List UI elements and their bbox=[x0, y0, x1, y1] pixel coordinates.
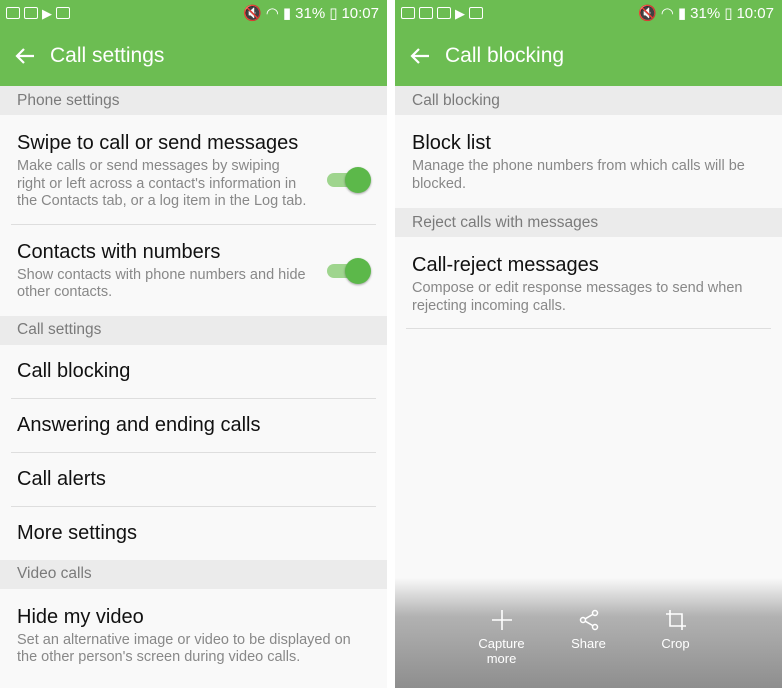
setting-title: Contacts with numbers bbox=[17, 240, 221, 263]
signal-icon: ▮ bbox=[677, 4, 687, 22]
crop-button[interactable]: Crop bbox=[632, 608, 719, 651]
menu-item-answering-ending-calls[interactable]: Answering and ending calls bbox=[0, 398, 387, 452]
share-button[interactable]: Share bbox=[545, 608, 632, 651]
signal-icon: ▮ bbox=[282, 4, 292, 22]
section-header-video-calls: Video calls bbox=[0, 559, 387, 589]
call-blocking-screen: ▶ 🔇 ◠ ▮ 31% ▯ 10:07 Call blocking Call b… bbox=[395, 0, 782, 688]
app-bar: Call blocking bbox=[395, 26, 782, 86]
page-title: Call settings bbox=[50, 44, 165, 67]
youtube-icon: ▶ bbox=[42, 5, 52, 21]
setting-subtitle: Manage the phone numbers from which call… bbox=[412, 158, 745, 192]
battery-icon: ▯ bbox=[724, 4, 733, 22]
mute-icon: 🔇 bbox=[243, 4, 262, 22]
contacts-with-numbers-setting[interactable]: Contacts with numbers Show contacts with… bbox=[0, 224, 387, 316]
email-icon bbox=[24, 7, 38, 19]
back-arrow-icon[interactable] bbox=[409, 45, 431, 67]
crop-icon bbox=[665, 610, 686, 630]
setting-title: Block list bbox=[412, 132, 491, 154]
wifi-icon: ◠ bbox=[660, 4, 674, 22]
setting-subtitle: Show contacts with phone numbers and hid… bbox=[17, 266, 306, 301]
block-list-setting[interactable]: Block list Manage the phone numbers from… bbox=[395, 115, 782, 208]
capture-more-button[interactable]: Capture more bbox=[458, 608, 545, 666]
gmail-icon bbox=[6, 7, 20, 19]
menu-item-call-alerts[interactable]: Call alerts bbox=[0, 452, 387, 506]
status-bar: ▶ 🔇 ◠ ▮ 31% ▯ 10:07 bbox=[0, 0, 387, 26]
clock: 10:07 bbox=[736, 4, 774, 22]
swipe-to-call-setting[interactable]: Swipe to call or send messages Make call… bbox=[0, 115, 387, 224]
gallery-icon bbox=[419, 7, 433, 19]
setting-subtitle: Make calls or send messages by swiping r… bbox=[17, 158, 307, 209]
wifi-icon: ◠ bbox=[265, 4, 279, 22]
section-header-call-settings: Call settings bbox=[0, 315, 387, 345]
setting-title: Call-reject messages bbox=[412, 254, 599, 276]
contacts-toggle[interactable] bbox=[327, 257, 371, 284]
setting-title: Hide my video bbox=[17, 605, 144, 628]
battery-percent: 31% bbox=[690, 4, 721, 22]
battery-percent: 31% bbox=[295, 4, 326, 22]
hide-my-video-setting[interactable]: Hide my video Set an alternative image o… bbox=[0, 588, 387, 667]
setting-title: Swipe to call or send messages bbox=[17, 132, 299, 154]
gmail-icon bbox=[401, 7, 415, 19]
back-arrow-icon[interactable] bbox=[14, 45, 36, 67]
setting-subtitle: Set an alternative image or video to be … bbox=[17, 631, 351, 666]
clock: 10:07 bbox=[341, 4, 379, 22]
section-header-call-blocking: Call blocking bbox=[395, 86, 782, 115]
section-header-reject-calls: Reject calls with messages bbox=[395, 208, 782, 237]
divider bbox=[406, 328, 771, 329]
youtube-icon: ▶ bbox=[455, 5, 465, 21]
page-title: Call blocking bbox=[445, 44, 565, 67]
menu-item-more-settings[interactable]: More settings bbox=[0, 506, 387, 560]
app-bar: Call settings bbox=[0, 26, 387, 86]
menu-item-call-blocking[interactable]: Call blocking bbox=[0, 344, 387, 398]
call-reject-messages-setting[interactable]: Call-reject messages Compose or edit res… bbox=[395, 237, 782, 328]
swipe-toggle[interactable] bbox=[327, 167, 371, 193]
share-icon bbox=[579, 609, 598, 631]
setting-subtitle: Compose or edit response messages to sen… bbox=[412, 280, 743, 314]
screenshot-icon bbox=[469, 7, 483, 19]
status-bar: ▶ 🔇 ◠ ▮ 31% ▯ 10:07 bbox=[395, 0, 782, 26]
section-header-phone-settings: Phone settings bbox=[0, 86, 387, 115]
plus-icon bbox=[491, 610, 512, 630]
screenshot-icon bbox=[56, 7, 70, 19]
call-settings-screen: ▶ 🔇 ◠ ▮ 31% ▯ 10:07 Call settings Phone … bbox=[0, 0, 387, 688]
mute-icon: 🔇 bbox=[638, 4, 657, 22]
smart-capture-toolbar: Capture more Share Crop bbox=[395, 578, 782, 688]
battery-icon: ▯ bbox=[329, 4, 338, 22]
email-icon bbox=[437, 7, 451, 19]
